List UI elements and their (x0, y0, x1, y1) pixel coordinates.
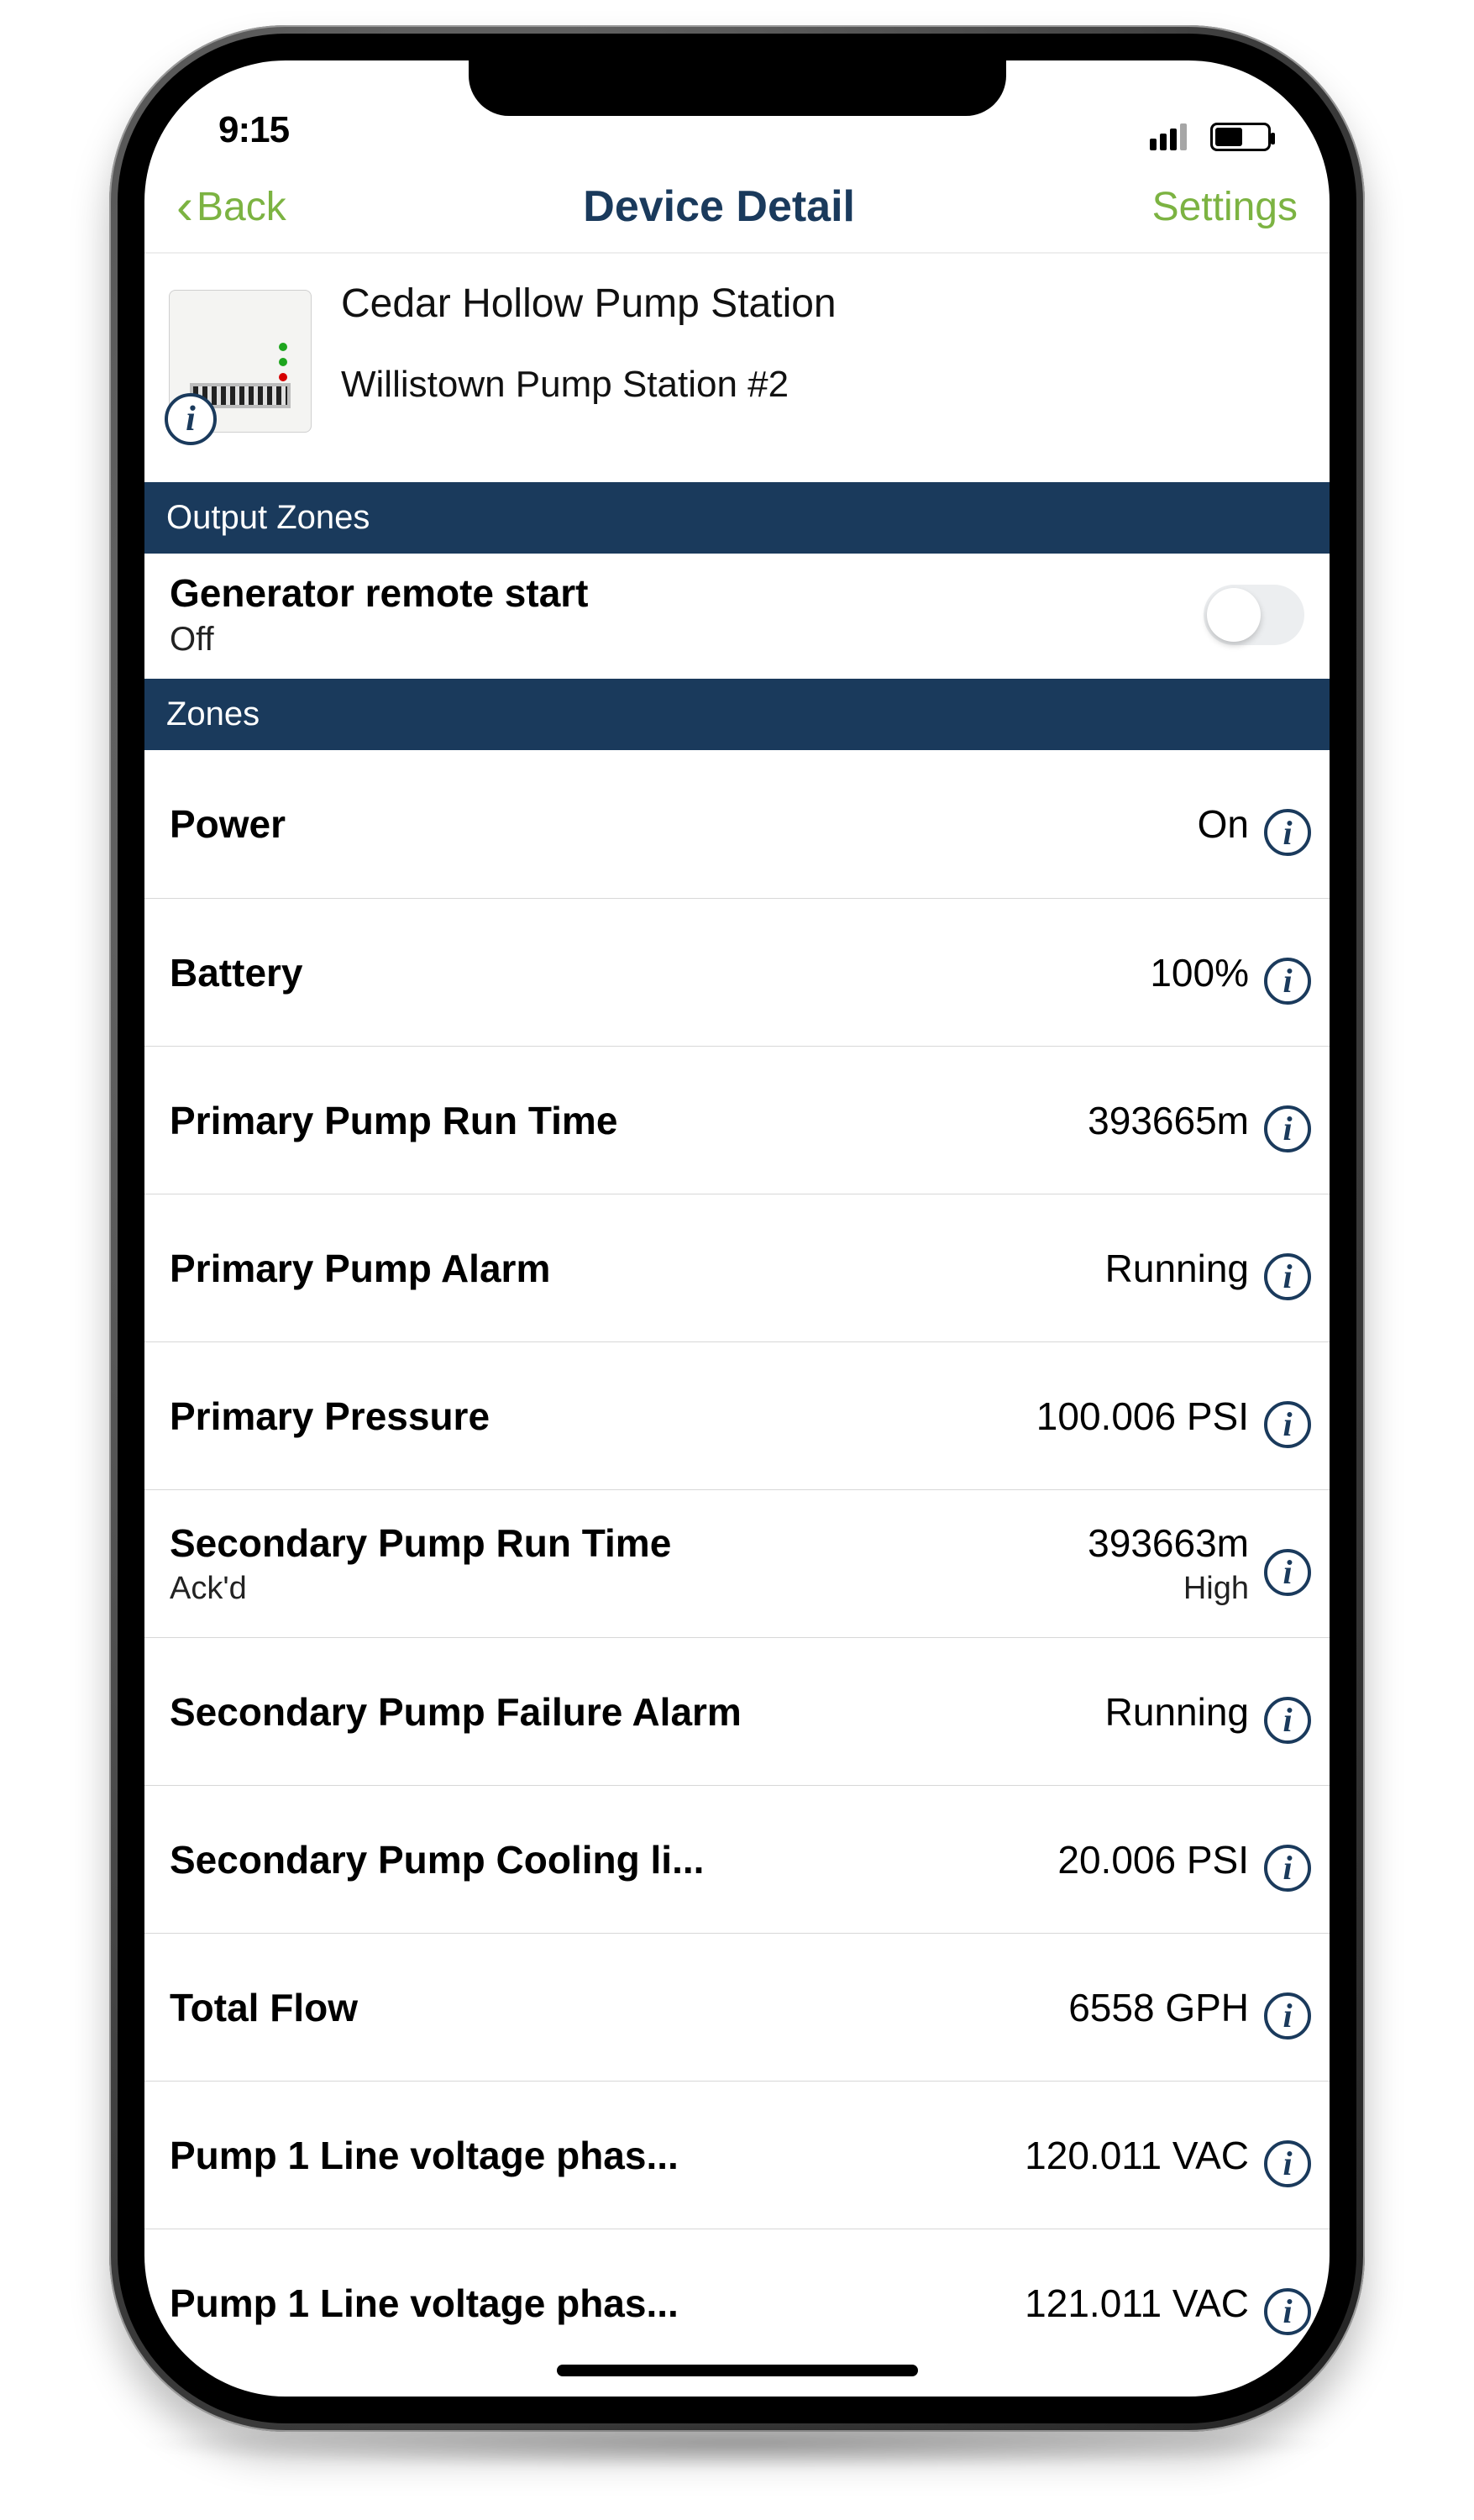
info-icon[interactable]: i (1264, 1549, 1311, 1596)
phone-frame: 9:15 (109, 25, 1365, 2432)
chevron-left-icon: ‹ (176, 181, 193, 232)
zone-row[interactable]: Pump 1 Line voltage phas... 120.011 VAC i (144, 2081, 1330, 2229)
status-time: 9:15 (218, 109, 289, 151)
zone-row[interactable]: Primary Pump Run Time 393665m i (144, 1046, 1330, 1194)
zone-label: Total Flow (170, 1985, 1053, 2030)
zone-row[interactable]: Secondary Pump Failure Alarm Running i (144, 1637, 1330, 1785)
zone-row[interactable]: Pump 1 Line voltage phas... 121.011 VAC i (144, 2229, 1330, 2376)
zone-label: Pump 1 Line voltage phas... (170, 2133, 1010, 2178)
zone-label: Secondary Pump Cooling li... (170, 1837, 1042, 1882)
zone-value: 393665m (1088, 1098, 1249, 1143)
home-indicator[interactable] (557, 2365, 918, 2376)
output-zone-label: Generator remote start (170, 570, 589, 616)
zone-label: Primary Pressure (170, 1394, 1021, 1439)
device-name: Cedar Hollow Pump Station (341, 281, 1304, 327)
zone-value: 121.011 VAC (1025, 2281, 1249, 2326)
device-header: i Cedar Hollow Pump Station Willistown P… (144, 254, 1330, 482)
info-icon[interactable]: i (1264, 958, 1311, 1005)
output-toggle[interactable] (1204, 585, 1304, 645)
zone-value: 120.011 VAC (1025, 2133, 1249, 2178)
zone-value: Running (1105, 1246, 1249, 1291)
zone-subvalue: High (1088, 1571, 1249, 1607)
info-icon[interactable]: i (1264, 2288, 1311, 2335)
nav-bar: ‹ Back Device Detail Settings (144, 161, 1330, 254)
battery-icon (1210, 123, 1271, 151)
page-title: Device Detail (583, 181, 855, 232)
device-thumbnail[interactable]: i (156, 277, 324, 445)
zone-row[interactable]: Primary Pressure 100.006 PSI i (144, 1341, 1330, 1489)
section-header-zones: Zones (144, 679, 1330, 750)
zone-list: PowerOniBattery100%iPrimary Pump Run Tim… (144, 750, 1330, 2376)
info-icon[interactable]: i (1264, 2140, 1311, 2187)
zone-row[interactable]: Battery 100% i (144, 898, 1330, 1046)
zone-row[interactable]: Secondary Pump Run Time Ack'd 393663m Highi (144, 1489, 1330, 1637)
info-icon[interactable]: i (1264, 1697, 1311, 1744)
info-icon[interactable]: i (1264, 1845, 1311, 1892)
zone-row[interactable]: Secondary Pump Cooling li... 20.006 PSI i (144, 1785, 1330, 1933)
zone-label: Pump 1 Line voltage phas... (170, 2281, 1010, 2326)
zone-value: 20.006 PSI (1057, 1837, 1249, 1882)
info-icon[interactable]: i (1264, 1992, 1311, 2040)
zone-value: 100% (1150, 950, 1249, 995)
zone-value: 6558 GPH (1068, 1985, 1249, 2030)
screen: 9:15 (144, 60, 1330, 2397)
settings-button[interactable]: Settings (1152, 184, 1298, 230)
info-icon[interactable]: i (1264, 1401, 1311, 1448)
back-button[interactable]: ‹ Back (176, 181, 286, 232)
notch (469, 60, 1006, 116)
zone-row[interactable]: Primary Pump Alarm Running i (144, 1194, 1330, 1341)
zone-label: Battery (170, 950, 1135, 995)
zone-label: Secondary Pump Run Time (170, 1520, 1073, 1566)
info-icon[interactable]: i (1264, 1253, 1311, 1300)
zone-row[interactable]: Power Oni (144, 750, 1330, 898)
zone-value: On (1198, 801, 1249, 847)
zone-label: Secondary Pump Failure Alarm (170, 1689, 1090, 1735)
zone-label: Power (170, 801, 1183, 847)
zone-value: 393663m (1088, 1520, 1249, 1566)
zone-label: Primary Pump Run Time (170, 1098, 1073, 1143)
output-zone-state: Off (170, 621, 589, 659)
info-icon[interactable]: i (1264, 1105, 1311, 1152)
back-label: Back (197, 184, 286, 230)
device-subtitle: Willistown Pump Station #2 (341, 364, 1304, 406)
section-header-output-zones: Output Zones (144, 482, 1330, 554)
zone-value: Running (1105, 1689, 1249, 1735)
zone-value: 100.006 PSI (1036, 1394, 1249, 1439)
zone-sublabel: Ack'd (170, 1571, 1073, 1607)
status-icons (1150, 123, 1271, 151)
cellular-signal-icon (1150, 123, 1187, 150)
info-icon[interactable]: i (165, 393, 217, 445)
info-icon[interactable]: i (1264, 809, 1311, 856)
zone-row[interactable]: Total Flow 6558 GPH i (144, 1933, 1330, 2081)
output-zone-row: Generator remote start Off (144, 554, 1330, 679)
zone-label: Primary Pump Alarm (170, 1246, 1090, 1291)
